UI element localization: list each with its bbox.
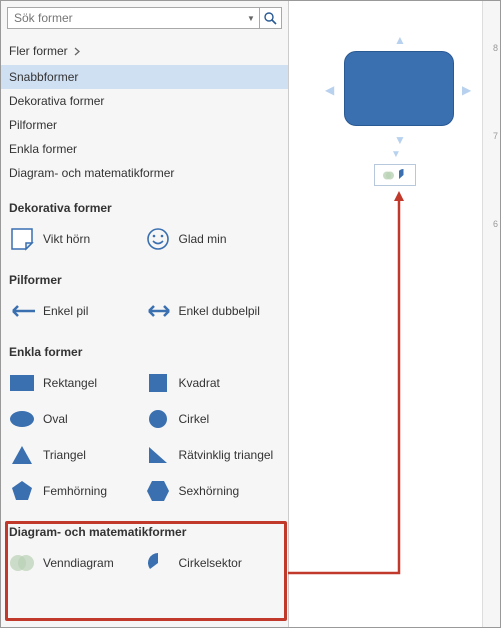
section-title: Dekorativa former [9, 201, 280, 215]
autoconnect-right-icon[interactable]: ▶ [462, 83, 471, 97]
right-triangle-icon [145, 442, 171, 468]
double-arrow-icon [145, 298, 171, 324]
search-box[interactable]: ▼ [7, 7, 282, 29]
folded-corner-icon [9, 226, 35, 252]
section-pilformer: Pilformer Enkel pil Enkel dubbelpil [1, 257, 288, 329]
shape-kvadrat[interactable]: Kvadrat [145, 365, 281, 401]
shape-rektangel[interactable]: Rektangel [9, 365, 145, 401]
section-dekorativa: Dekorativa former Vikt hörn Glad min [1, 185, 288, 257]
shape-ratvinklig-triangel[interactable]: Rätvinklig triangel [145, 437, 281, 473]
vertical-ruler: 8 7 6 [482, 1, 500, 627]
shape-oval[interactable]: Oval [9, 401, 145, 437]
venn-mini-icon [383, 170, 394, 181]
nav-pilformer[interactable]: Pilformer [1, 113, 288, 137]
autoconnect-down-icon[interactable]: ▼ [394, 133, 406, 147]
shape-vikt-horn[interactable]: Vikt hörn [9, 221, 145, 257]
shape-cirkel[interactable]: Cirkel [145, 401, 281, 437]
dropdown-icon[interactable]: ▼ [243, 14, 259, 23]
nav-snabbformer[interactable]: Snabbformer [1, 65, 288, 89]
autoconnect-up-icon[interactable]: ▲ [394, 33, 406, 47]
category-nav: Fler former Snabbformer Dekorativa forme… [1, 39, 288, 185]
autoconnect-down2-icon[interactable]: ▼ [391, 149, 401, 160]
hexagon-icon [145, 478, 171, 504]
shape-triangel[interactable]: Triangel [9, 437, 145, 473]
triangle-icon [9, 442, 35, 468]
square-icon [145, 370, 171, 396]
shape-enkel-dubbelpil[interactable]: Enkel dubbelpil [145, 293, 281, 329]
arrow-left-icon [9, 298, 35, 324]
autoconnect-left-icon[interactable]: ◀ [325, 83, 334, 97]
circle-icon [145, 406, 171, 432]
oval-icon [9, 406, 35, 432]
canvas-shape-rounded-rect[interactable] [344, 51, 454, 126]
nav-diagram[interactable]: Diagram- och matematikformer [1, 161, 288, 185]
chevron-right-icon [74, 47, 81, 56]
search-icon [264, 12, 277, 25]
shape-enkel-pil[interactable]: Enkel pil [9, 293, 145, 329]
shape-sexhorning[interactable]: Sexhörning [145, 473, 281, 509]
section-title: Pilformer [9, 273, 280, 287]
shape-femhorning[interactable]: Femhörning [9, 473, 145, 509]
mini-shapes-flyout[interactable] [374, 164, 416, 186]
search-button[interactable] [259, 7, 281, 29]
section-enkla: Enkla former Rektangel Kvadrat Oval Cirk… [1, 329, 288, 509]
drawing-canvas[interactable]: 8 7 6 ▲ ◀ ▶ ▼ ▼ [289, 1, 500, 627]
smiley-icon [145, 226, 171, 252]
nav-enkla[interactable]: Enkla former [1, 137, 288, 161]
section-title: Enkla former [9, 345, 280, 359]
nav-dekorativa[interactable]: Dekorativa former [1, 89, 288, 113]
pie-mini-icon [399, 169, 408, 181]
more-shapes-label: Fler former [9, 44, 68, 58]
search-input[interactable] [8, 11, 243, 25]
shape-glad-min[interactable]: Glad min [145, 221, 281, 257]
pentagon-icon [9, 478, 35, 504]
callout-highlight [5, 521, 287, 621]
rectangle-icon [9, 370, 35, 396]
more-shapes[interactable]: Fler former [1, 39, 288, 63]
